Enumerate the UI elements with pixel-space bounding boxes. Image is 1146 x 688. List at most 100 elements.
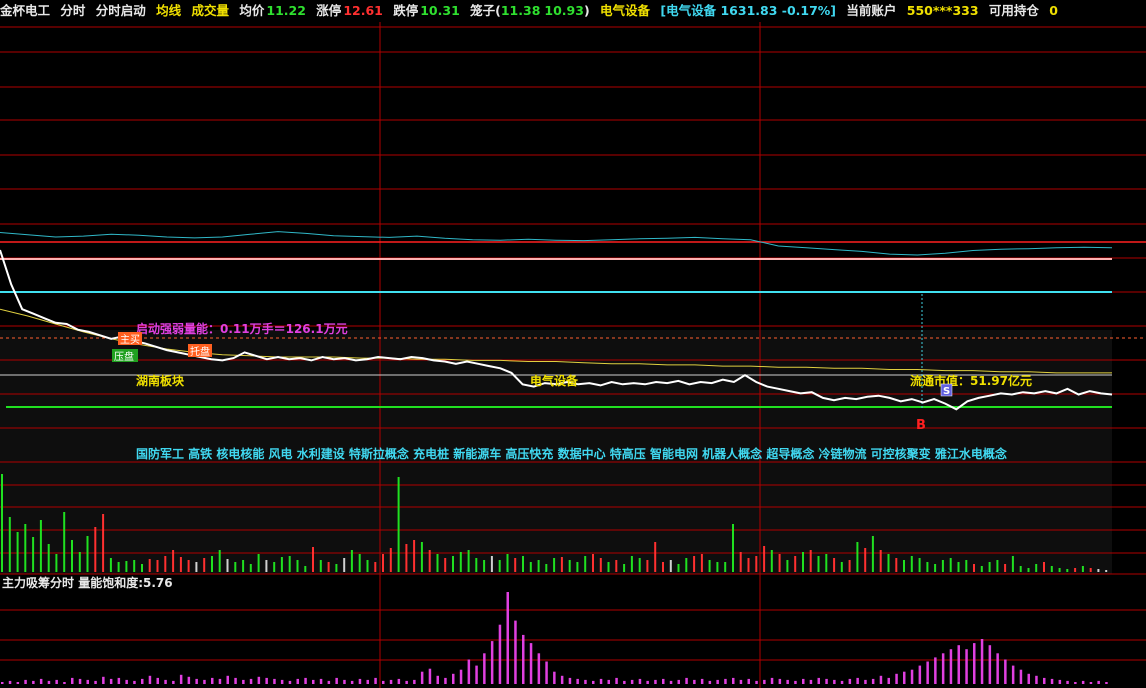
accumulation-bar [288,680,292,684]
accumulation-bar [327,680,331,684]
volume-bar [840,562,843,572]
accumulation-bar [343,679,346,684]
lower-panel-header: 主力吸筹分时 量能饱和度:5.76 [2,574,173,591]
volume-bar [1074,568,1077,572]
volume-bar [304,566,307,572]
accumulation-bar [366,679,369,684]
tag-support: 托盘 [190,345,210,358]
accumulation-bar [428,668,432,684]
volume-bar [413,540,416,572]
accumulation-bar [1066,680,1069,684]
volume-bar [755,556,758,572]
accumulation-bar [638,678,642,684]
volume-bar [78,552,81,572]
accumulation-bar [1043,677,1046,684]
volume-bar [109,558,112,572]
accumulation-bar [592,680,595,684]
accumulation-bar [763,679,766,684]
concept-tags[interactable]: 国防军工 高铁 核电核能 风电 水利建设 特斯拉概念 充电桩 新能源车 高压快充… [136,446,1007,461]
accumulation-bar [1019,669,1023,684]
accumulation-bar [755,680,758,684]
accumulation-bar [825,678,828,684]
volume-bar [903,560,905,572]
volume-bar [94,527,97,572]
volume-bar [763,546,766,572]
accumulation-bar [47,680,51,684]
accumulation-bar [304,677,307,684]
accumulation-bar [630,679,634,684]
volume-bar [522,556,524,572]
region-board-label[interactable]: 湖南板块 [136,373,185,388]
volume-bar [599,558,602,572]
accumulation-bar [109,678,113,684]
tag-main-buy: 主买 [120,334,140,346]
volume-bar [498,560,501,572]
volume-bar [957,562,960,572]
accumulation-bar [949,649,953,684]
accumulation-bar [553,671,556,684]
accumulation-bar [436,675,439,684]
volume-bar [296,560,299,572]
accumulation-bar [179,674,183,684]
accumulation-bar [148,675,152,684]
volume-bar [1058,568,1061,572]
accumulation-bar [747,678,750,684]
accumulation-bar [1089,682,1093,684]
volume-bar [335,564,338,572]
volume-bar [312,547,314,572]
accumulation-bar [817,677,820,684]
volume-bar [63,512,66,572]
volume-bar [226,559,229,572]
volume-bar [164,556,167,572]
volume-bar [630,556,633,572]
volume-bar [693,556,696,572]
volume-bar [1011,556,1014,572]
volume-bar [327,562,330,572]
accumulation-bar [607,679,610,684]
accumulation-bar [141,678,144,684]
accumulation-bar [794,680,797,684]
accumulation-bar [257,676,261,684]
volume-bar [358,554,361,572]
volume-bar [156,560,159,572]
accumulation-bar [1035,675,1038,684]
volume-bar [584,556,587,572]
volume-bar [910,556,913,572]
accumulation-bar [397,678,401,684]
accumulation-bar [903,671,906,684]
accumulation-bar [8,680,12,684]
accumulation-bar [125,679,128,684]
volume-bar [965,560,968,572]
volume-bar [592,554,594,572]
accumulation-bar [848,678,852,684]
accumulation-bar [724,678,727,684]
accumulation-bar [732,677,735,684]
accumulation-bar [934,657,937,684]
volume-bar [117,562,120,572]
accumulation-bar [350,680,354,684]
volume-bar [102,514,105,572]
accumulation-bar [560,675,564,684]
volume-bar [133,560,136,572]
buy-marker[interactable]: B [916,418,926,433]
accumulation-bar [545,661,548,684]
sell-marker[interactable]: S [943,386,950,397]
volume-bar [218,550,221,572]
accumulation-bar [467,659,471,684]
accumulation-bar [910,669,914,684]
volume-bar [86,536,89,572]
volume-bar [662,562,664,572]
volume-bar [833,558,836,572]
volume-bar [24,524,27,572]
volume-bar [141,564,143,572]
sector-index-line [0,231,1113,256]
accumulation-bar [24,679,27,684]
volume-bar [242,560,245,572]
accumulation-bar [980,639,984,684]
volume-bar [732,524,734,572]
accumulation-bar [965,649,968,684]
tag-press: 压盘 [114,350,134,363]
volume-bar [234,562,237,572]
sector-board-label[interactable]: 电气设备 [530,373,579,388]
volume-bar [16,532,19,572]
